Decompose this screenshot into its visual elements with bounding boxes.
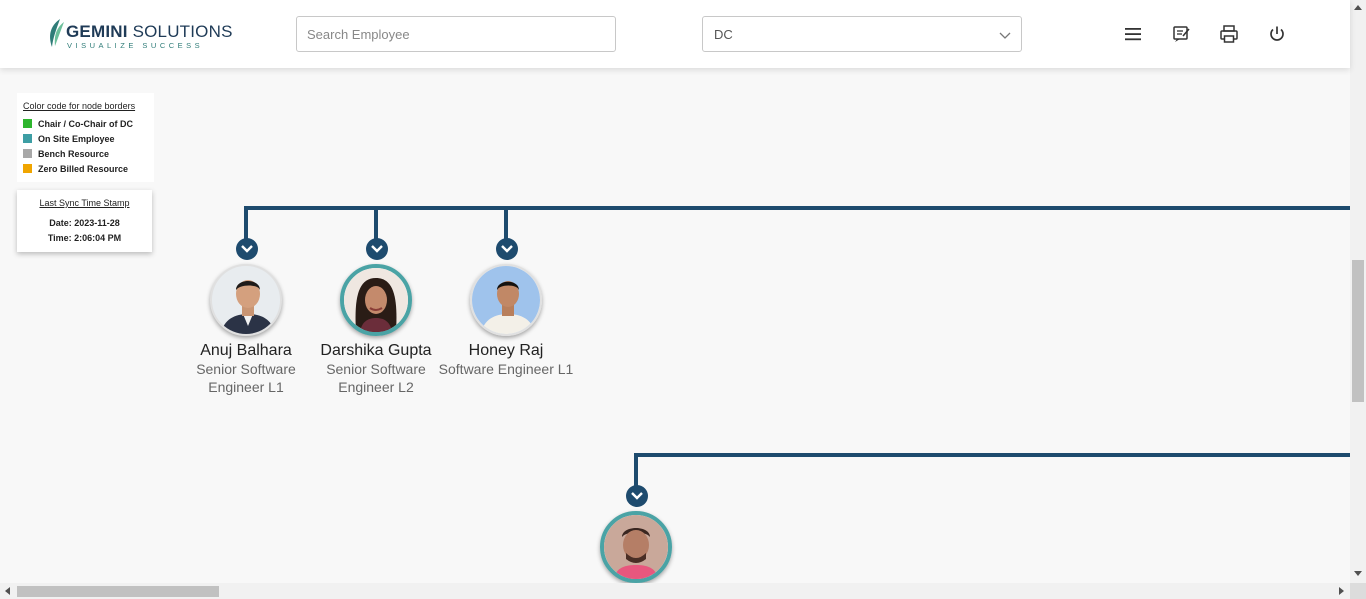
chevron-down-icon [501, 245, 513, 253]
expand-node-button[interactable] [366, 238, 388, 260]
employee-avatar-darshika-gupta[interactable] [340, 264, 412, 336]
employee-name[interactable]: Honey Raj [436, 342, 576, 360]
legend-swatch [23, 119, 32, 128]
employee-avatar-honey-raj[interactable] [470, 264, 542, 336]
employee-role: Senior Software Engineer L1 [196, 361, 296, 395]
notes-icon[interactable] [1169, 22, 1193, 46]
node-border-legend: Color code for node borders Chair / Co-C… [17, 93, 154, 182]
employee-role: Senior Software Engineer L2 [326, 361, 426, 395]
gemini-solutions-logo[interactable]: GEMINI SOLUTIONS VISUALIZE SUCCESS [46, 16, 232, 52]
sync-time: Time: 2:06:04 PM [47, 233, 122, 243]
dc-select[interactable]: DC [702, 16, 1022, 52]
tree-connector [244, 206, 248, 240]
dc-select-value: DC [714, 27, 733, 42]
legend-item-bench: Bench Resource [23, 149, 109, 161]
chevron-down-icon [371, 245, 383, 253]
legend-swatch [23, 149, 32, 158]
employee-name[interactable]: Darshika Gupta [306, 342, 446, 360]
logo-wordmark: GEMINI SOLUTIONS [66, 22, 233, 41]
power-icon[interactable] [1265, 22, 1289, 46]
scroll-right-icon[interactable] [1339, 587, 1344, 595]
leaf-logo-icon [50, 19, 64, 47]
search-employee-input[interactable] [296, 16, 616, 52]
tree-connector [634, 453, 638, 487]
legend-swatch [23, 164, 32, 173]
sync-date: Date: 2023-11-28 [49, 218, 120, 228]
top-header: GEMINI SOLUTIONS VISUALIZE SUCCESS DC [0, 0, 1350, 68]
sync-title: Last Sync Time Stamp [39, 198, 130, 208]
scroll-down-icon[interactable] [1354, 571, 1362, 576]
person-photo-icon [344, 268, 408, 332]
scroll-up-icon[interactable] [1354, 5, 1362, 10]
person-photo-icon [472, 266, 540, 334]
person-photo-icon [212, 266, 280, 334]
vertical-scroll-thumb[interactable] [1352, 260, 1364, 402]
employee-role: Software Engineer L1 [438, 361, 574, 377]
expand-node-button[interactable] [496, 238, 518, 260]
person-photo-icon [604, 515, 668, 579]
tree-connector [504, 206, 508, 240]
legend-item-zero-billed: Zero Billed Resource [23, 164, 128, 176]
employee-name[interactable]: Anuj Balhara [176, 342, 316, 360]
legend-title: Color code for node borders [23, 101, 136, 111]
scrollbar-corner [1350, 583, 1366, 599]
employee-avatar-anuj-balhara[interactable] [210, 264, 282, 336]
employee-avatar[interactable] [600, 511, 672, 583]
tree-connector [244, 206, 1350, 210]
last-sync-card: Last Sync Time Stamp Date: 2023-11-28 Ti… [17, 190, 152, 252]
expand-node-button[interactable] [626, 485, 648, 507]
expand-node-button[interactable] [236, 238, 258, 260]
chevron-down-icon [631, 492, 643, 500]
tree-connector [374, 206, 378, 240]
print-icon[interactable] [1217, 22, 1241, 46]
horizontal-scroll-thumb[interactable] [17, 586, 219, 597]
scroll-left-icon[interactable] [5, 587, 10, 595]
legend-item-onsite: On Site Employee [23, 134, 115, 146]
tree-connector [634, 453, 1350, 457]
legend-item-chair: Chair / Co-Chair of DC [23, 119, 133, 131]
vertical-scrollbar[interactable] [1350, 0, 1366, 583]
chevron-down-icon [999, 32, 1011, 39]
chevron-down-icon [241, 245, 253, 253]
legend-swatch [23, 134, 32, 143]
logo-tagline: VISUALIZE SUCCESS [67, 41, 204, 50]
menu-icon[interactable] [1121, 22, 1145, 46]
horizontal-scrollbar[interactable] [0, 583, 1350, 599]
